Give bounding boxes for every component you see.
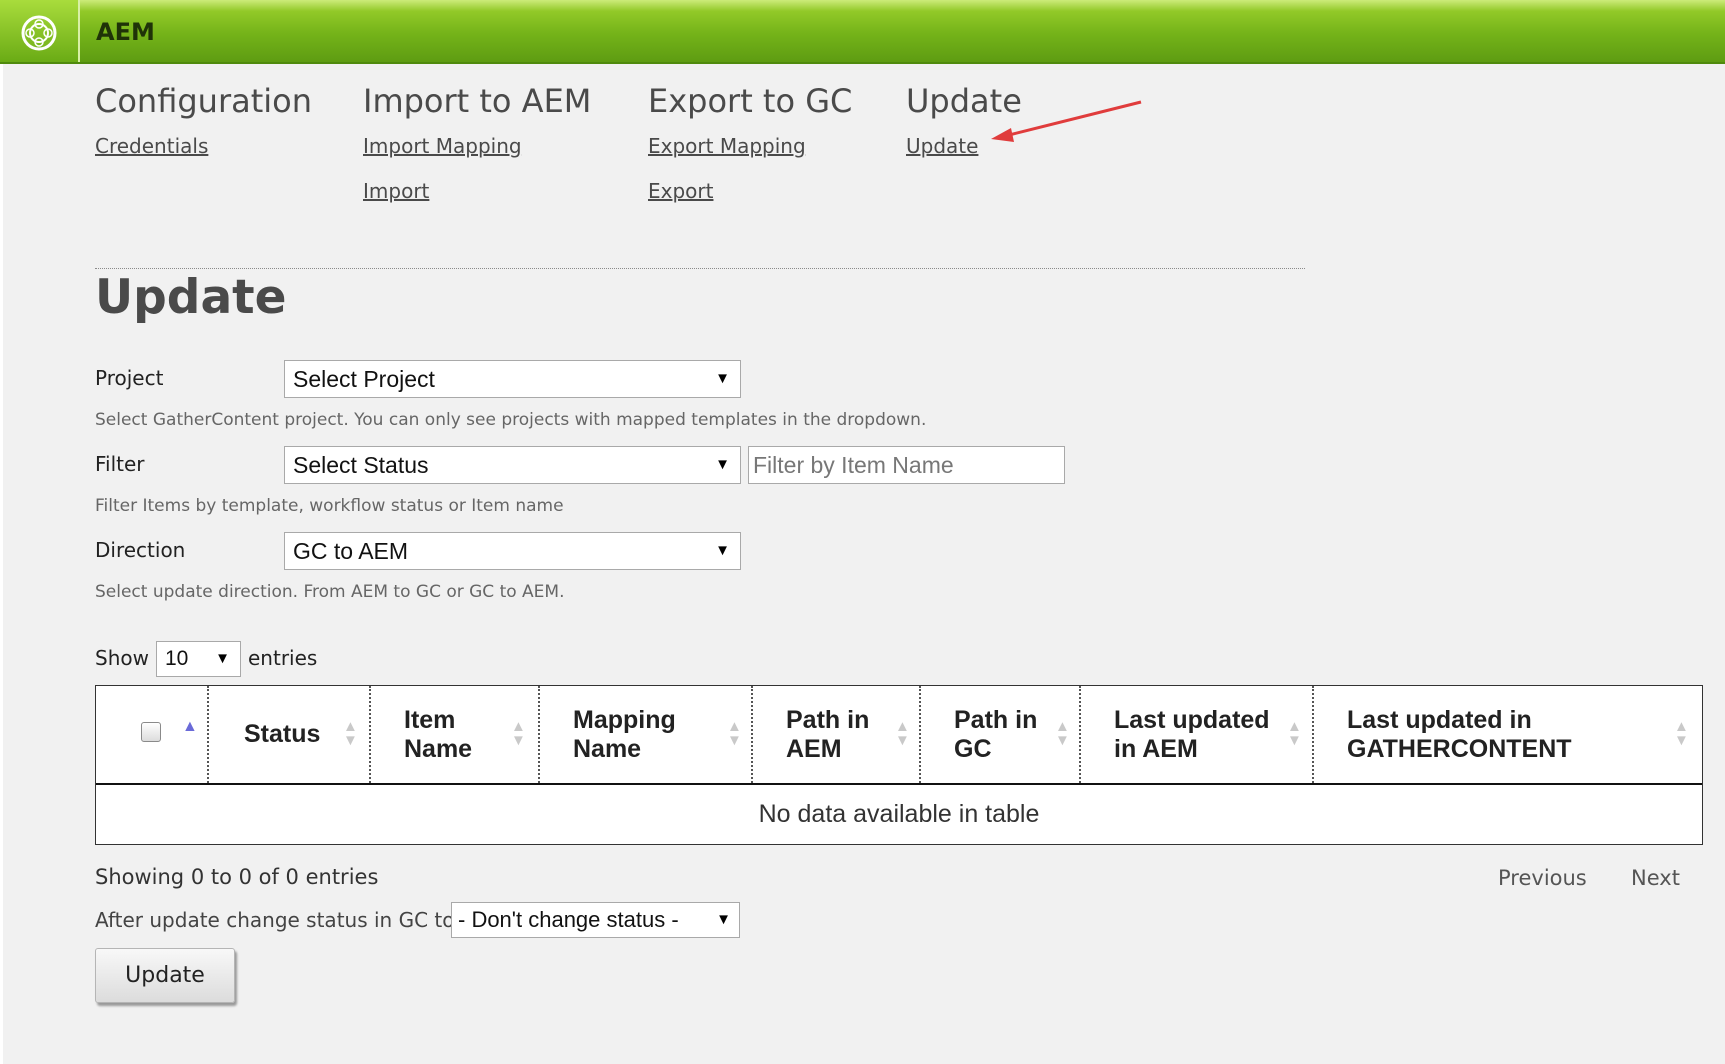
direction-select[interactable]: GC to AEM ▼ xyxy=(284,532,741,570)
column-path-aem[interactable]: Path in AEM ▲ ▼ xyxy=(753,686,921,783)
nav-link-import[interactable]: Import xyxy=(363,179,591,203)
status-select[interactable]: Select Status ▼ xyxy=(284,446,741,484)
column-last-updated-gc[interactable]: Last updated in GATHERCONTENT ▲ ▼ xyxy=(1314,686,1702,783)
direction-select-value: GC to AEM xyxy=(293,538,409,564)
after-update-status-select[interactable]: - Don't change status - ▼ xyxy=(451,902,740,938)
table-header: ▲ Status ▲ ▼ Item Name ▲ ▼ Mapping Name ▲ ▼ P… xyxy=(96,686,1702,785)
section-divider xyxy=(95,268,1305,269)
sort-icon: ▲ ▼ xyxy=(895,718,910,749)
entries-label: entries xyxy=(248,646,318,670)
after-update-label: After update change status in GC to xyxy=(95,908,455,932)
filter-label: Filter xyxy=(95,452,145,476)
project-select-value: Select Project xyxy=(293,366,435,392)
column-status[interactable]: Status ▲ ▼ xyxy=(209,686,371,783)
nav-heading-import: Import to AEM xyxy=(363,82,592,120)
nav-configuration: Configuration Credentials xyxy=(95,82,312,158)
annotation-arrow-icon xyxy=(991,100,1142,142)
items-table: ▲ Status ▲ ▼ Item Name ▲ ▼ Mapping Name ▲ ▼ P… xyxy=(95,685,1703,845)
sort-icon: ▲ ▼ xyxy=(1055,718,1070,749)
filter-item-name-input[interactable] xyxy=(748,446,1065,484)
sort-icon: ▲ ▼ xyxy=(1287,718,1302,749)
direction-label: Direction xyxy=(95,538,186,562)
nav-link-export-mapping[interactable]: Export Mapping xyxy=(648,134,852,158)
chevron-down-icon: ▼ xyxy=(715,456,730,473)
column-item-name[interactable]: Item Name ▲ ▼ xyxy=(371,686,540,783)
aem-logo[interactable] xyxy=(0,0,80,62)
column-label: Path in GC xyxy=(954,706,1038,763)
logo-icon xyxy=(21,15,57,51)
select-all-checkbox[interactable] xyxy=(141,722,161,742)
table-info: Showing 0 to 0 of 0 entries xyxy=(95,865,379,889)
column-label: Status xyxy=(244,720,321,748)
nav-link-import-mapping[interactable]: Import Mapping xyxy=(363,134,591,158)
filter-help: Filter Items by template, workflow statu… xyxy=(95,496,564,516)
select-all-column[interactable]: ▲ xyxy=(96,686,209,783)
status-select-value: Select Status xyxy=(293,452,429,478)
next-page-button[interactable]: Next xyxy=(1631,866,1680,890)
page-size-value: 10 xyxy=(165,647,189,670)
direction-help: Select update direction. From AEM to GC … xyxy=(95,582,565,602)
project-select[interactable]: Select Project ▼ xyxy=(284,360,741,398)
chevron-down-icon: ▼ xyxy=(715,542,730,559)
chevron-down-icon: ▼ xyxy=(716,911,731,928)
empty-table-message: No data available in table xyxy=(758,800,1040,828)
show-label: Show xyxy=(95,646,149,670)
sort-icon: ▲ ▼ xyxy=(511,718,526,749)
nav-link-credentials[interactable]: Credentials xyxy=(95,134,312,158)
sort-icon: ▲ ▼ xyxy=(1674,718,1689,749)
chevron-down-icon: ▼ xyxy=(215,650,230,667)
nav-export: Export to GC Export Mapping Export xyxy=(648,82,852,203)
project-label: Project xyxy=(95,366,164,390)
page-title: Update xyxy=(95,270,287,325)
column-label: Last updated in GATHERCONTENT xyxy=(1347,706,1572,763)
nav-heading-export: Export to GC xyxy=(648,82,853,120)
column-label: Mapping Name xyxy=(573,706,676,763)
column-last-updated-aem[interactable]: Last updated in AEM ▲ ▼ xyxy=(1081,686,1314,783)
column-mapping-name[interactable]: Mapping Name ▲ ▼ xyxy=(540,686,753,783)
sort-icon: ▲ ▼ xyxy=(727,718,742,749)
nav-heading-configuration: Configuration xyxy=(95,82,313,120)
column-label: Path in AEM xyxy=(786,706,870,763)
after-update-status-value: - Don't change status - xyxy=(458,907,679,932)
update-button[interactable]: Update xyxy=(95,948,235,1003)
project-help: Select GatherContent project. You can on… xyxy=(95,410,927,430)
page-size-select[interactable]: 10 ▼ xyxy=(156,641,241,677)
app-title: AEM xyxy=(96,18,155,46)
app-header: AEM xyxy=(0,0,1725,64)
column-path-gc[interactable]: Path in GC ▲ ▼ xyxy=(921,686,1081,783)
column-label: Item Name xyxy=(404,706,473,763)
sort-ascending-icon: ▲ xyxy=(182,718,198,735)
nav-import: Import to AEM Import Mapping Import xyxy=(363,82,591,203)
column-label: Last updated in AEM xyxy=(1114,706,1270,763)
previous-page-button[interactable]: Previous xyxy=(1498,866,1587,890)
sort-icon: ▲ ▼ xyxy=(343,718,358,749)
chevron-down-icon: ▼ xyxy=(715,370,730,387)
nav-link-export[interactable]: Export xyxy=(648,179,852,203)
